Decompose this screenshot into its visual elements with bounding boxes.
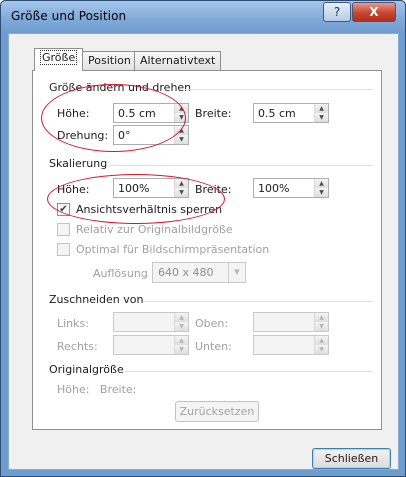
spin-up-icon[interactable]: ▲ [175, 336, 188, 345]
relative-original-label: Relativ zur Originalbildgröße [76, 223, 233, 236]
lock-aspect-label[interactable]: Ansichtsverhältnis sperren [76, 203, 222, 216]
close-window-button[interactable]: X [352, 2, 396, 22]
crop-left-label: Links: [57, 317, 89, 330]
crop-top-spinner[interactable]: ▲ ▼ [253, 312, 329, 332]
crop-left-spinner[interactable]: ▲ ▼ [113, 312, 189, 332]
original-size-info: Höhe: Breite: [57, 383, 137, 396]
tab-position[interactable]: Position [82, 51, 137, 70]
tab-alternativtext[interactable]: Alternativtext [134, 51, 222, 70]
scale-height-label: Höhe: [57, 183, 90, 196]
spin-down-icon[interactable]: ▼ [175, 135, 188, 144]
scale-height-spinner[interactable]: 100% ▲ ▼ [113, 178, 189, 198]
crop-right-spinner[interactable]: ▲ ▼ [113, 335, 189, 355]
tab-alternativtext-label: Alternativtext [140, 54, 216, 67]
size-section-header: Größe ändern und drehen [49, 81, 192, 94]
size-width-value: 0.5 cm [258, 107, 296, 120]
crop-section-header: Zuschneiden von [49, 293, 144, 306]
rotation-value: 0° [118, 129, 131, 142]
reset-button-label: Zurücksetzen [179, 405, 255, 418]
spin-down-icon[interactable]: ▼ [315, 322, 328, 331]
scale-width-spinner[interactable]: 100% ▲ ▼ [253, 178, 329, 198]
crop-bottom-label: Unten: [195, 340, 232, 353]
size-section-divider [185, 89, 373, 90]
help-button[interactable]: ? [323, 2, 351, 22]
resolution-label: Auflösung [93, 267, 148, 280]
size-width-spinner[interactable]: 0.5 cm ▲ ▼ [253, 103, 329, 123]
size-height-spinner[interactable]: 0.5 cm ▲ ▼ [113, 103, 189, 123]
scale-width-label: Breite: [195, 183, 232, 196]
spin-up-icon[interactable]: ▲ [315, 313, 328, 322]
size-width-label: Breite: [195, 107, 232, 120]
size-height-label: Höhe: [57, 107, 90, 120]
tab-groesse-label: Größe [40, 50, 78, 65]
spin-up-icon[interactable]: ▲ [175, 126, 188, 135]
spin-up-icon[interactable]: ▲ [315, 336, 328, 345]
spin-down-icon[interactable]: ▼ [175, 322, 188, 331]
dropdown-arrow-icon[interactable]: ▼ [228, 263, 245, 282]
original-size-divider [125, 371, 373, 372]
resolution-dropdown[interactable]: 640 x 480 ▼ [152, 262, 246, 283]
relative-original-checkbox[interactable] [57, 223, 70, 236]
spin-down-icon[interactable]: ▼ [175, 113, 188, 122]
optimal-presentation-checkbox[interactable] [57, 243, 70, 256]
crop-top-label: Oben: [195, 317, 229, 330]
spin-up-icon[interactable]: ▲ [175, 179, 188, 188]
close-button[interactable]: Schließen [312, 448, 391, 469]
help-icon: ? [333, 5, 341, 19]
optimal-presentation-label: Optimal für Bildschirmpräsentation [76, 243, 270, 256]
scale-width-value: 100% [258, 182, 290, 195]
close-button-label: Schließen [324, 452, 379, 465]
spin-down-icon[interactable]: ▼ [315, 188, 328, 197]
tab-groesse[interactable]: Größe [34, 48, 84, 71]
spin-up-icon[interactable]: ▲ [175, 104, 188, 113]
spin-down-icon[interactable]: ▼ [175, 345, 188, 354]
tab-position-label: Position [88, 54, 131, 67]
scale-height-value: 100% [118, 182, 150, 195]
lock-aspect-checkbox[interactable]: ✔ [57, 203, 70, 216]
crop-bottom-spinner[interactable]: ▲ ▼ [253, 335, 329, 355]
scale-section-divider [109, 165, 373, 166]
title-bar[interactable]: Größe und Position ? X [1, 1, 405, 33]
spin-up-icon[interactable]: ▲ [315, 179, 328, 188]
dialog-window: Größe und Position ? X Größe Position Al… [0, 0, 406, 477]
scale-section-header: Skalierung [49, 157, 108, 170]
spin-up-icon[interactable]: ▲ [175, 313, 188, 322]
original-size-header: Originalgröße [49, 363, 124, 376]
spin-down-icon[interactable]: ▼ [315, 345, 328, 354]
checkmark-icon: ✔ [59, 204, 68, 215]
resolution-value: 640 x 480 [158, 266, 214, 279]
spin-down-icon[interactable]: ▼ [315, 113, 328, 122]
size-height-value: 0.5 cm [118, 107, 156, 120]
crop-right-label: Rechts: [57, 340, 98, 353]
rotation-label: Drehung: [57, 129, 109, 142]
spin-up-icon[interactable]: ▲ [315, 104, 328, 113]
reset-button[interactable]: Zurücksetzen [175, 401, 259, 422]
dialog-title: Größe und Position [11, 9, 127, 23]
close-icon: X [369, 5, 379, 19]
rotation-spinner[interactable]: 0° ▲ ▼ [113, 125, 189, 145]
crop-section-divider [143, 301, 373, 302]
spin-down-icon[interactable]: ▼ [175, 188, 188, 197]
